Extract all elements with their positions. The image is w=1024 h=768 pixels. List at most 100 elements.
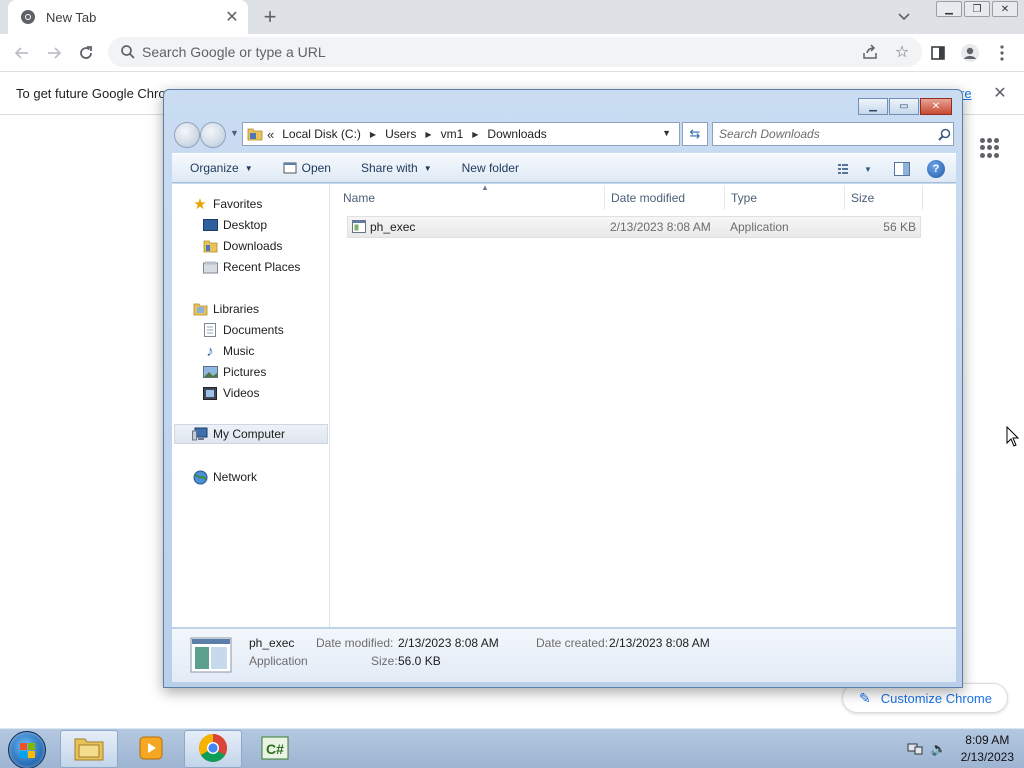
chrome-logo-icon <box>198 733 228 766</box>
system-tray: 🔈 8:09 AM 2/13/2023 <box>907 729 1014 768</box>
column-date-label: Date modified <box>611 191 686 205</box>
view-dropdown-icon[interactable]: ▼ <box>858 159 878 179</box>
forward-arrow-icon[interactable] <box>40 39 68 67</box>
column-type-label: Type <box>731 191 758 205</box>
column-size-label: Size <box>851 191 875 205</box>
breadcrumb-arrow-icon[interactable]: ▶ <box>425 130 431 139</box>
column-header-date-modified[interactable]: Date modified <box>605 186 725 210</box>
breadcrumb-users[interactable]: Users <box>385 127 416 141</box>
explorer-forward-icon[interactable] <box>200 122 226 148</box>
refresh-icon[interactable]: ⇆ <box>682 122 708 146</box>
network-globe-icon <box>192 469 208 485</box>
infobar-close-icon[interactable]: ✕ <box>990 83 1010 103</box>
share-icon[interactable] <box>858 40 882 64</box>
star-icon: ★ <box>193 196 207 213</box>
file-row[interactable]: ph_exec 2/13/2023 8:08 AM Application 56… <box>347 216 921 238</box>
taskbar-media-player-button[interactable] <box>122 730 180 768</box>
magnifier-icon[interactable] <box>935 125 953 143</box>
breadcrumb-arrow-icon[interactable]: ▶ <box>472 130 478 139</box>
nav-desktop[interactable]: Desktop <box>202 215 267 235</box>
omnibox[interactable]: Search Google or type a URL ☆ <box>108 37 922 67</box>
clock-date: 2/13/2023 <box>960 750 1014 764</box>
share-with-label: Share with <box>360 161 418 175</box>
breadcrumb-local-disk[interactable]: Local Disk (C:) <box>282 127 361 141</box>
nav-documents[interactable]: Documents <box>202 320 284 340</box>
browser-minimize-button[interactable]: ▁ <box>936 1 962 17</box>
tab-new-tab[interactable]: New Tab ✕ <box>8 0 248 34</box>
volume-speaker-icon[interactable]: 🔈 <box>931 741 947 757</box>
side-panel-icon[interactable] <box>924 39 952 67</box>
new-folder-button[interactable]: New folder <box>462 161 519 175</box>
nav-network-label: Network <box>213 470 258 484</box>
nav-pictures[interactable]: Pictures <box>202 362 266 382</box>
google-apps-icon[interactable] <box>980 138 1000 158</box>
start-button[interactable] <box>8 731 46 768</box>
change-view-icon[interactable] <box>836 159 856 179</box>
explorer-maximize-button[interactable]: ▭ <box>889 98 919 115</box>
nav-downloads[interactable]: Downloads <box>202 236 282 256</box>
explorer-window: ▁ ▭ ✕ ▼ « Local Disk (C:) ▶ Users ▶ vm1 … <box>163 89 963 688</box>
search-icon <box>120 44 136 60</box>
help-icon[interactable]: ? <box>926 159 946 179</box>
tab-close-icon[interactable]: ✕ <box>222 7 242 27</box>
details-file-type: Application <box>249 654 308 668</box>
nav-favorites[interactable]: ★ Favorites <box>192 194 262 214</box>
nav-recent-places-label: Recent Places <box>223 260 301 274</box>
taskbar: C# 🔈 8:09 AM 2/13/2023 <box>0 728 1024 768</box>
customize-chrome-label: Customize Chrome <box>880 690 992 706</box>
explorer-nav-row: ▼ « Local Disk (C:) ▶ Users ▶ vm1 ▶ Down… <box>172 120 956 150</box>
explorer-back-icon[interactable] <box>174 122 200 148</box>
breadcrumb-arrow-icon[interactable]: ▶ <box>370 130 376 139</box>
reload-icon[interactable] <box>72 39 100 67</box>
browser-restore-button[interactable]: ❐ <box>964 1 990 17</box>
recent-pages-dropdown-icon[interactable]: ▼ <box>230 128 239 138</box>
search-downloads-input[interactable]: Search Downloads <box>712 122 954 146</box>
new-tab-button[interactable]: + <box>258 5 282 29</box>
breadcrumb-overflow[interactable]: « <box>267 127 274 142</box>
profile-avatar-icon[interactable] <box>956 39 984 67</box>
open-app-icon <box>283 161 297 175</box>
mouse-pointer-icon <box>1006 426 1020 447</box>
address-dropdown-icon[interactable]: ▼ <box>662 128 671 138</box>
nav-music[interactable]: ♪ Music <box>202 341 254 361</box>
nav-network[interactable]: Network <box>192 467 257 487</box>
preview-pane-icon[interactable] <box>892 159 912 179</box>
desktop-icon <box>202 217 218 233</box>
explorer-minimize-button[interactable]: ▁ <box>858 98 888 115</box>
back-arrow-icon[interactable] <box>8 39 36 67</box>
svg-text:C#: C# <box>266 741 284 757</box>
pencil-icon: ✎ <box>859 689 871 706</box>
nav-my-computer[interactable]: My Computer <box>174 424 328 444</box>
open-label: Open <box>301 161 331 175</box>
nav-libraries[interactable]: Libraries <box>192 299 259 319</box>
browser-close-button[interactable]: ✕ <box>992 1 1018 17</box>
kebab-menu-icon[interactable] <box>988 39 1016 67</box>
details-date-created-label: Date created: <box>536 636 609 650</box>
column-header-type[interactable]: Type <box>725 186 845 210</box>
bookmark-star-icon[interactable]: ☆ <box>890 40 914 64</box>
details-pane: ph_exec Application Date modified: 2/13/… <box>172 628 956 682</box>
folder-icon <box>247 127 263 141</box>
application-icon <box>352 220 366 233</box>
media-player-icon <box>138 735 164 764</box>
breadcrumb-vm1[interactable]: vm1 <box>441 127 464 141</box>
taskbar-csharp-button[interactable]: C# <box>246 730 304 768</box>
column-header-size[interactable]: Size <box>845 186 923 210</box>
taskbar-chrome-button[interactable] <box>184 730 242 768</box>
nav-recent-places[interactable]: Recent Places <box>202 257 300 277</box>
taskbar-clock[interactable]: 8:09 AM 2/13/2023 <box>961 732 1014 766</box>
nav-videos[interactable]: Videos <box>202 383 259 403</box>
breadcrumb-downloads[interactable]: Downloads <box>487 127 546 141</box>
command-bar: Organize ▼ Open Share with ▼ New folder ▼ … <box>172 153 956 183</box>
column-header-name[interactable]: Name ▲ <box>343 183 605 210</box>
explorer-folder-icon <box>74 735 104 764</box>
network-tray-icon[interactable] <box>907 741 923 757</box>
organize-button[interactable]: Organize ▼ <box>190 161 253 175</box>
taskbar-explorer-button[interactable] <box>60 730 118 768</box>
share-with-button[interactable]: Share with ▼ <box>361 161 432 175</box>
explorer-close-button[interactable]: ✕ <box>920 98 952 115</box>
column-name-label: Name <box>343 191 376 205</box>
tab-search-chevron-icon[interactable] <box>894 7 914 27</box>
open-button[interactable]: Open <box>283 161 331 175</box>
address-bar[interactable]: « Local Disk (C:) ▶ Users ▶ vm1 ▶ Downlo… <box>242 122 680 146</box>
